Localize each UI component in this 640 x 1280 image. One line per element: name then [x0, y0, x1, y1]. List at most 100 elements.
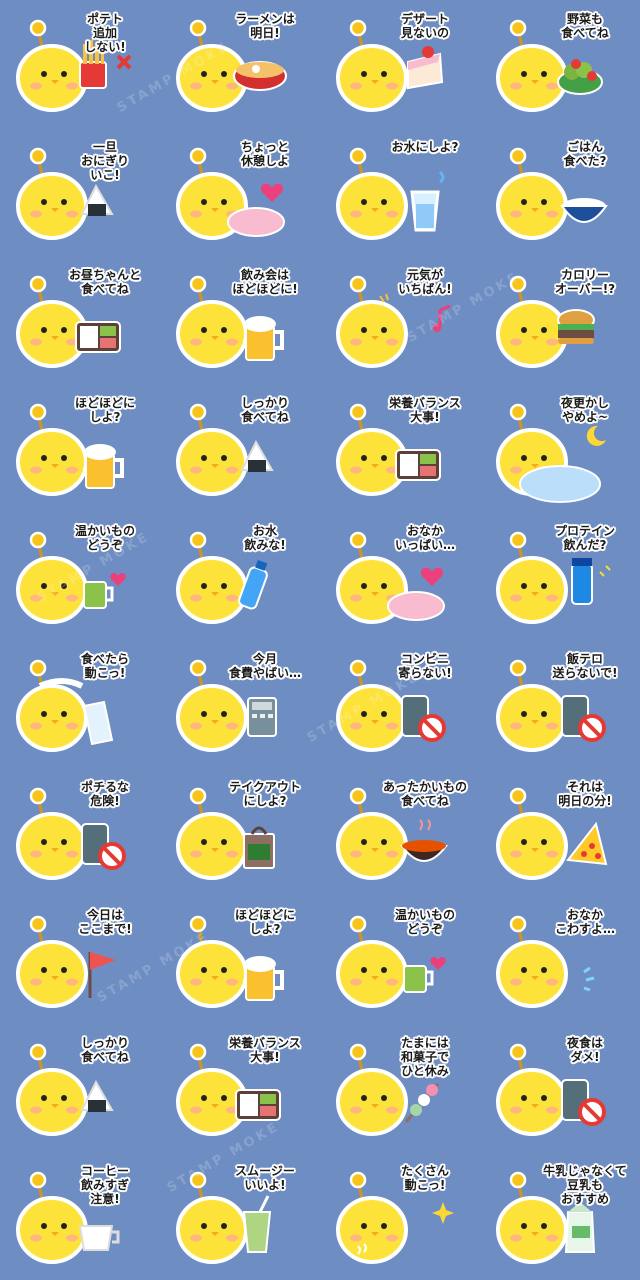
- shaker-icon: [571, 558, 611, 605]
- sticker-caption: お水にしよ?: [391, 140, 459, 154]
- beer-icon: [84, 444, 124, 489]
- sticker[interactable]: コーヒー 飲みすぎ 注意!: [0, 1152, 160, 1280]
- sticker-caption: 一旦 おにぎり いこ!: [80, 140, 129, 182]
- bento-icon: [235, 1089, 281, 1121]
- rice-bowl-icon: [560, 198, 608, 223]
- sticker-caption: ほどほどに しよ?: [74, 396, 135, 424]
- sticker-caption: 夜更かし やめよ~: [560, 396, 609, 424]
- sticker[interactable]: たまには 和菓子で ひと休み: [320, 1024, 480, 1152]
- sticker[interactable]: お水 飲みな!: [160, 512, 320, 640]
- sticker[interactable]: デザート 見ないの: [320, 0, 480, 128]
- dango-icon: [404, 1083, 440, 1123]
- cake-icon: [407, 46, 444, 90]
- no-sign-icon: [561, 1079, 606, 1126]
- sticker-caption: ごはん 食べた?: [563, 140, 607, 168]
- burger-icon: [557, 309, 595, 344]
- sticker-caption: 飯テロ 送らないで!: [552, 652, 618, 680]
- sticker[interactable]: 一旦 おにぎり いこ!: [0, 128, 160, 256]
- sticker-caption: たくさん 動こっ!: [400, 1164, 449, 1192]
- sticker-caption: スムージー いいよ!: [235, 1164, 295, 1192]
- sticker-caption: 野菜も 食べてね: [561, 12, 609, 40]
- sticker[interactable]: 温かいもの どうぞ: [320, 896, 480, 1024]
- sticker[interactable]: しっかり 食べてね: [0, 1024, 160, 1152]
- no-sign-icon: [561, 695, 606, 742]
- sticker[interactable]: ポテト 追加 しない!: [0, 0, 160, 128]
- sticker-caption: お昼ちゃんと 食べてね: [68, 268, 141, 296]
- sticker[interactable]: ごはん 食べた?: [480, 128, 640, 256]
- bento-icon: [395, 449, 441, 481]
- bento-icon: [75, 321, 121, 353]
- sticker[interactable]: 今日は ここまで!: [0, 896, 160, 1024]
- sticker-caption: お水 飲みな!: [244, 524, 286, 552]
- sticker-caption: プロテイン 飲んだ?: [554, 524, 615, 552]
- soy-milk-icon: [564, 1202, 596, 1253]
- cup-icon: [403, 956, 446, 993]
- sticker[interactable]: コンビニ 寄らない!: [320, 640, 480, 768]
- water-glass-icon: [410, 170, 445, 232]
- sticker[interactable]: 元気が いちばん!: [320, 256, 480, 384]
- sticker-caption: ポテト 追加 しない!: [84, 12, 126, 54]
- sticker[interactable]: たくさん 動こっ!: [320, 1152, 480, 1280]
- sticker-caption: ほどほどに しよ?: [234, 908, 295, 936]
- sticker[interactable]: 飯テロ 送らないで!: [480, 640, 640, 768]
- sweat-icon: [583, 966, 595, 992]
- sticker[interactable]: 栄養バランス 大事!: [160, 1024, 320, 1152]
- sticker-caption: テイクアウト にしよ?: [229, 780, 301, 808]
- sticker[interactable]: 温かいもの どうぞ: [0, 512, 160, 640]
- sticker-caption: 元気が いちばん!: [398, 268, 452, 296]
- beer-icon: [244, 956, 284, 1001]
- sticker-grid: ポテト 追加 しない! ラーメンは 明日! デザート 見ないの 野菜も 食べてね…: [0, 0, 640, 1280]
- sticker-caption: あったかいもの 食べてね: [382, 780, 467, 808]
- sticker[interactable]: ラーメンは 明日!: [160, 0, 320, 128]
- calculator-icon: [247, 697, 277, 737]
- soup-bowl-icon: [400, 819, 448, 862]
- sticker[interactable]: ほどほどに しよ?: [160, 896, 320, 1024]
- sticker-caption: 栄養バランス 大事!: [389, 396, 461, 424]
- smoothie-icon: [242, 1195, 272, 1253]
- sticker[interactable]: お昼ちゃんと 食べてね: [0, 256, 160, 384]
- sticker[interactable]: 夜食は ダメ!: [480, 1024, 640, 1152]
- sticker-caption: それは 明日の分!: [558, 780, 612, 808]
- sticker[interactable]: おなか こわすよ…: [480, 896, 640, 1024]
- sticker[interactable]: それは 明日の分!: [480, 768, 640, 896]
- sticker-caption: コーヒー 飲みすぎ 注意!: [80, 1164, 129, 1206]
- sticker[interactable]: テイクアウト にしよ?: [160, 768, 320, 896]
- sticker-caption: ちょっと 休憩しよ: [240, 140, 289, 168]
- sticker-caption: ポチるな 危険!: [80, 780, 129, 808]
- no-sign-icon: [81, 823, 126, 870]
- sticker-caption: 温かいもの どうぞ: [394, 908, 455, 936]
- sticker-caption: しっかり 食べてね: [80, 1036, 129, 1064]
- sticker-caption: 牛乳じゃなくて 豆乳も おすすめ: [543, 1164, 627, 1206]
- sticker[interactable]: お水にしよ?: [320, 128, 480, 256]
- sticker-caption: 今日は ここまで!: [78, 908, 132, 936]
- sticker-caption: 栄養バランス 大事!: [229, 1036, 301, 1064]
- ramen-icon: [233, 61, 287, 91]
- sticker[interactable]: おなか いっぱい…: [320, 512, 480, 640]
- sticker-caption: カロリー オーバー!?: [554, 268, 616, 296]
- sticker[interactable]: 飲み会は ほどほどに!: [160, 256, 320, 384]
- sticker-caption: たまには 和菓子で ひと休み: [400, 1036, 449, 1078]
- sticker-caption: 温かいもの どうぞ: [74, 524, 135, 552]
- sticker-caption: 食べたら 動こっ!: [80, 652, 129, 680]
- sticker-caption: おなか こわすよ…: [554, 908, 615, 936]
- sticker-caption: おなか いっぱい…: [394, 524, 455, 552]
- sticker[interactable]: あったかいもの 食べてね: [320, 768, 480, 896]
- sticker[interactable]: しっかり 食べてね: [160, 384, 320, 512]
- sticker[interactable]: 夜更かし やめよ~: [480, 384, 640, 512]
- sticker[interactable]: ちょっと 休憩しよ: [160, 128, 320, 256]
- sticker[interactable]: 今月 食費やばい…: [160, 640, 320, 768]
- sticker[interactable]: プロテイン 飲んだ?: [480, 512, 640, 640]
- sticker[interactable]: カロリー オーバー!?: [480, 256, 640, 384]
- takeout-bag-icon: [243, 826, 275, 869]
- sticker[interactable]: ポチるな 危険!: [0, 768, 160, 896]
- sticker[interactable]: 栄養バランス 大事!: [320, 384, 480, 512]
- sticker[interactable]: 野菜も 食べてね: [480, 0, 640, 128]
- sticker-caption: コンビニ 寄らない!: [398, 652, 452, 680]
- sticker[interactable]: 食べたら 動こっ!: [0, 640, 160, 768]
- sticker[interactable]: 牛乳じゃなくて 豆乳も おすすめ: [480, 1152, 640, 1280]
- flag-icon: [88, 952, 116, 998]
- pizza-icon: [566, 821, 608, 866]
- sticker[interactable]: ほどほどに しよ?: [0, 384, 160, 512]
- no-sign-icon: [401, 695, 446, 742]
- sticker[interactable]: スムージー いいよ!: [160, 1152, 320, 1280]
